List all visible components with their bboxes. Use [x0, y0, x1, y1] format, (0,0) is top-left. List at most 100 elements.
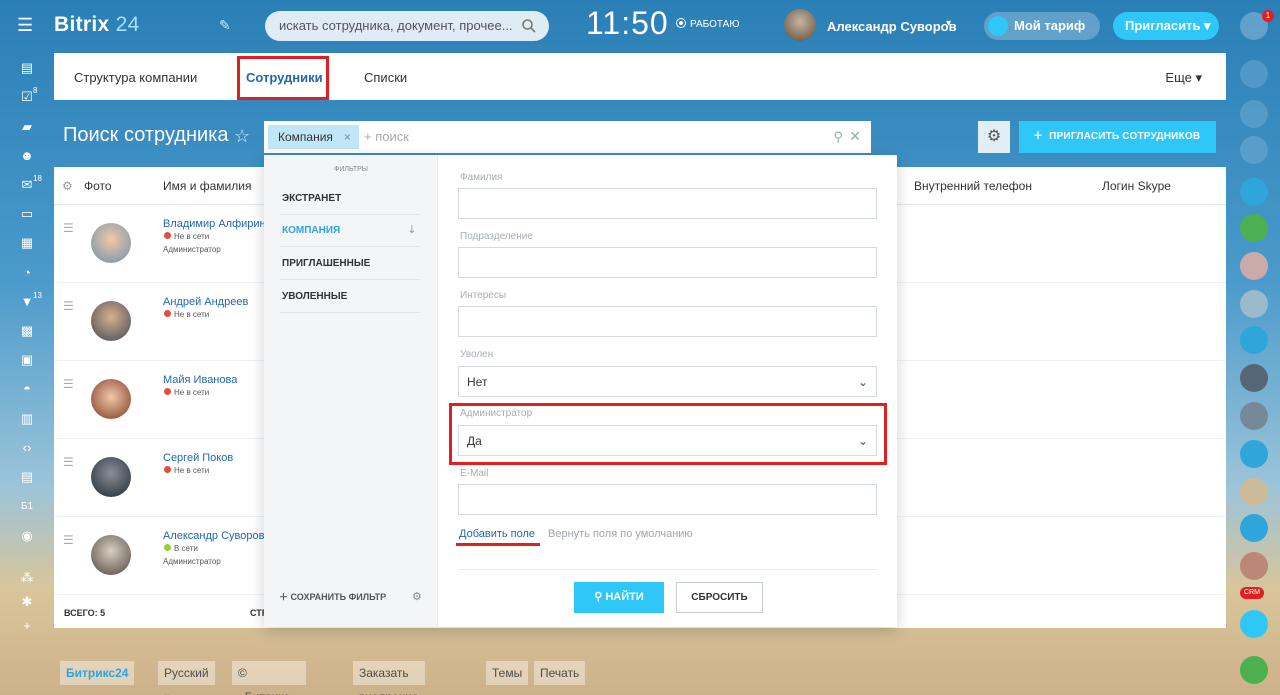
drag-handle-icon[interactable]: ☰	[63, 299, 74, 313]
lock-icon[interactable]	[1240, 178, 1268, 206]
pencil-icon[interactable]: ✎	[219, 17, 231, 34]
restore-defaults-link[interactable]: Вернуть поля по умолчанию	[548, 528, 693, 540]
user-icon[interactable]	[1240, 514, 1268, 542]
search-icon[interactable]: ⚲	[833, 129, 843, 145]
contact-avatar[interactable]	[1240, 402, 1268, 430]
plus-icon[interactable]: +	[19, 618, 35, 634]
invite-button[interactable]: Пригласить ▾	[1113, 12, 1219, 40]
contact-avatar[interactable]	[1240, 364, 1268, 392]
search-icon[interactable]	[521, 18, 537, 34]
avatar[interactable]	[91, 301, 131, 341]
more-circle-icon[interactable]: ◉	[19, 528, 35, 544]
document-icon[interactable]: ▤	[19, 469, 35, 485]
work-status[interactable]: РАБОТАЮ	[676, 18, 739, 30]
dialogs-icon[interactable]	[1240, 100, 1268, 128]
employees-icon[interactable]: ▥	[19, 411, 35, 427]
add-field-link[interactable]: Добавить поле	[459, 528, 535, 540]
column-name[interactable]: Имя и фамилия	[163, 179, 251, 193]
employee-name[interactable]: Александр Суворов	[163, 530, 264, 542]
drag-handle-icon[interactable]: ☰	[63, 533, 74, 547]
gear-icon[interactable]: ⚙	[412, 590, 422, 603]
apps-icon[interactable]: ▩	[19, 323, 35, 339]
android-icon[interactable]: ◓	[19, 381, 35, 397]
find-button[interactable]: ⚲ НАЙТИ	[574, 582, 664, 613]
avatar[interactable]	[91, 223, 131, 263]
avatar[interactable]	[91, 535, 131, 575]
search-icon[interactable]	[1240, 136, 1268, 164]
pin-icon[interactable]: ⇣	[408, 215, 416, 247]
preset-extranet[interactable]: ЭКСТРАНЕТ	[280, 183, 420, 215]
group-icon[interactable]: ☻	[19, 148, 35, 164]
chevron-down-icon[interactable]: ▾	[946, 18, 951, 29]
star-icon[interactable]: ☆	[234, 126, 250, 147]
video-icon[interactable]	[1240, 440, 1268, 468]
drive-icon[interactable]: ▭	[19, 206, 35, 222]
clock-icon[interactable]: ◔	[19, 265, 35, 281]
tasks-badge: 8	[33, 86, 38, 95]
user-name[interactable]: Александр Суворов	[827, 19, 957, 34]
close-icon[interactable]: ✕	[849, 128, 861, 145]
more-menu[interactable]: Еще ▾	[1165, 70, 1202, 86]
settings-button[interactable]: ⚙	[978, 121, 1010, 153]
language-select[interactable]: Русский ▾	[158, 661, 215, 695]
contact-avatar[interactable]	[1240, 252, 1268, 280]
surname-input[interactable]	[458, 188, 877, 219]
fired-select[interactable]: Нет ⌄	[458, 366, 877, 397]
filter-search-input[interactable]: + поиск	[364, 129, 409, 144]
menu-icon[interactable]: ☰	[17, 16, 35, 34]
contact-avatar[interactable]	[1240, 290, 1268, 318]
invite-employees-button[interactable]: ＋ ПРИГЛАСИТЬ СОТРУДНИКОВ	[1019, 121, 1216, 153]
gear-icon[interactable]: ✱	[19, 594, 35, 610]
employee-name[interactable]: Андрей Андреев	[163, 296, 248, 308]
preset-company[interactable]: КОМПАНИЯ ⇣	[280, 215, 420, 247]
filter-search-bar[interactable]: Компания × + поиск ⚲ ✕	[264, 121, 871, 153]
global-search-input[interactable]: искать сотрудника, документ, прочее...	[265, 11, 549, 41]
phone-icon[interactable]	[1240, 656, 1268, 684]
drag-handle-icon[interactable]: ☰	[63, 377, 74, 391]
column-photo[interactable]: Фото	[84, 179, 112, 193]
employee-name[interactable]: Сергей Поков	[163, 452, 233, 464]
themes-link[interactable]: Темы	[486, 661, 529, 685]
status-dot	[164, 544, 171, 551]
column-phone[interactable]: Внутренний телефон	[914, 179, 1032, 193]
save-filter-button[interactable]: ＋ СОХРАНИТЬ ФИЛЬТР	[279, 590, 386, 603]
contact-avatar[interactable]	[1240, 478, 1268, 506]
avatar[interactable]	[91, 457, 131, 497]
footer-logo[interactable]: Битрикс24	[60, 661, 135, 685]
column-skype[interactable]: Логин Skype	[1102, 179, 1171, 193]
tab-lists[interactable]: Списки	[364, 70, 407, 85]
preset-invited[interactable]: ПРИГЛАШЕННЫЕ	[280, 248, 420, 280]
employee-name[interactable]: Майя Иванова	[163, 374, 237, 386]
interests-input[interactable]	[458, 306, 877, 337]
filters-caption: ФИЛЬТРЫ	[334, 166, 368, 173]
tariff-button[interactable]: Мой тариф	[984, 12, 1100, 40]
avatar[interactable]	[91, 379, 131, 419]
lock-icon[interactable]	[1240, 326, 1268, 354]
order-link[interactable]: Заказать внедрение	[353, 661, 425, 695]
window-icon[interactable]: ▣	[19, 352, 35, 368]
bell-icon[interactable]	[1240, 60, 1268, 88]
calendar-icon[interactable]: ▦	[19, 235, 35, 251]
feed-icon[interactable]: ▤	[19, 60, 35, 76]
drag-handle-icon[interactable]: ☰	[63, 221, 74, 235]
filter-chip[interactable]: Компания ×	[268, 125, 359, 149]
gear-icon[interactable]: ⚙	[62, 179, 73, 193]
logo[interactable]: Bitrix 24	[54, 13, 140, 37]
contact-avatar[interactable]	[1240, 552, 1268, 580]
drag-handle-icon[interactable]: ☰	[63, 455, 74, 469]
reset-button[interactable]: СБРОСИТЬ	[676, 582, 763, 613]
chat-icon[interactable]: ▰	[19, 119, 35, 135]
task-check-icon[interactable]	[1240, 214, 1268, 242]
email-input[interactable]	[458, 484, 877, 515]
department-input[interactable]	[458, 247, 877, 278]
employee-name[interactable]: Владимир Алфирин	[163, 218, 266, 230]
tab-structure[interactable]: Структура компании	[74, 70, 197, 85]
code-icon[interactable]: ‹›	[19, 440, 35, 456]
b1-label[interactable]: Б1	[19, 499, 35, 515]
print-link[interactable]: Печать	[534, 661, 586, 685]
user-avatar[interactable]	[784, 9, 816, 41]
share-icon[interactable]	[1240, 610, 1268, 638]
close-icon[interactable]: ×	[344, 125, 351, 149]
preset-fired[interactable]: УВОЛЕННЫЕ	[280, 281, 420, 313]
structure-icon[interactable]: ⁂	[19, 570, 35, 586]
